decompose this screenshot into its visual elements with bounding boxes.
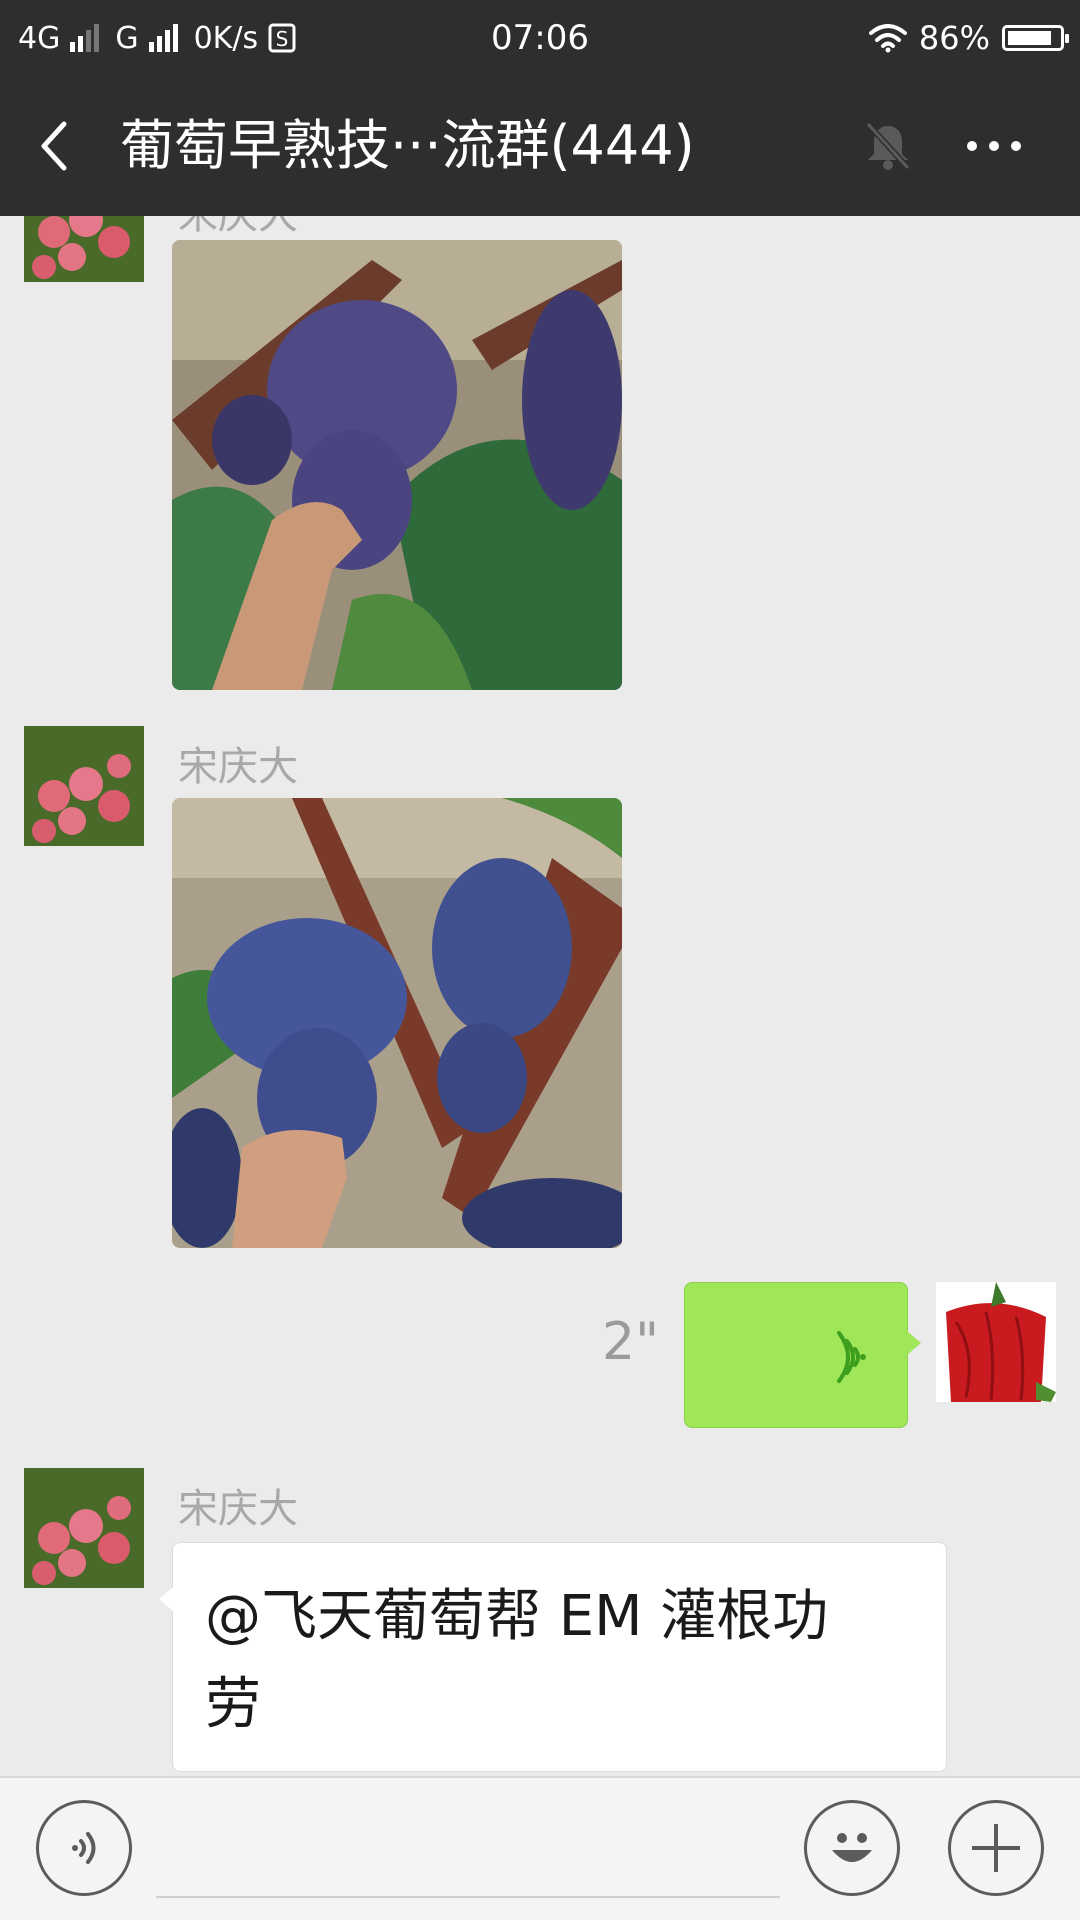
- input-bar: [0, 1776, 1080, 1920]
- more-options-icon[interactable]: [958, 118, 1030, 174]
- chat-header: 葡萄早熟技···流群(444): [0, 76, 1080, 216]
- message-list[interactable]: 宋庆大 宋庆大: [0, 216, 1080, 1776]
- muted-bell-icon: [865, 121, 911, 171]
- apple-tree-avatar-icon: [24, 726, 144, 846]
- image-message[interactable]: [172, 798, 622, 1248]
- avatar[interactable]: [24, 216, 144, 282]
- sender-name: 宋庆大: [178, 216, 298, 240]
- voice-input-button[interactable]: [36, 1800, 132, 1896]
- sender-name: 宋庆大: [178, 1486, 298, 1532]
- message-text-line: @飞天葡萄帮 EM 灌根功: [205, 1584, 829, 1649]
- voice-wave-icon: [837, 1331, 866, 1383]
- message-text-line: 劳: [205, 1672, 261, 1737]
- apple-tree-avatar-icon: [24, 216, 144, 282]
- voice-message-bubble[interactable]: [684, 1282, 921, 1428]
- plus-button[interactable]: [948, 1800, 1044, 1896]
- emoji-icon: [832, 1833, 872, 1862]
- wifi-icon: [868, 24, 907, 53]
- avatar[interactable]: [24, 726, 144, 846]
- sender-name: 宋庆大: [178, 744, 298, 790]
- status-bar: 4G G 0K/s S 07:06 86%: [0, 0, 1080, 76]
- grapes-photo-image: [172, 240, 622, 690]
- emoji-button[interactable]: [804, 1800, 900, 1896]
- text-message-bubble[interactable]: @飞天葡萄帮 EM 灌根功 劳: [159, 1542, 947, 1772]
- status-right: 86%: [868, 0, 1069, 76]
- battery-icon: [1002, 25, 1069, 51]
- apple-tree-avatar-icon: [24, 1468, 144, 1588]
- avatar[interactable]: [24, 1468, 144, 1588]
- grapes-photo-image: [172, 798, 622, 1248]
- message-input[interactable]: [156, 1896, 780, 1898]
- image-message[interactable]: [172, 240, 622, 690]
- back-arrow-icon[interactable]: [24, 112, 92, 180]
- my-avatar[interactable]: [936, 1282, 1056, 1402]
- chat-title: 葡萄早熟技···流群(444): [120, 114, 695, 177]
- red-peppers-avatar-icon: [936, 1282, 1056, 1402]
- voice-duration: 2": [602, 1312, 660, 1372]
- battery-percent: 86%: [918, 19, 990, 57]
- plus-icon: [972, 1824, 1020, 1872]
- voice-input-icon: [72, 1832, 96, 1864]
